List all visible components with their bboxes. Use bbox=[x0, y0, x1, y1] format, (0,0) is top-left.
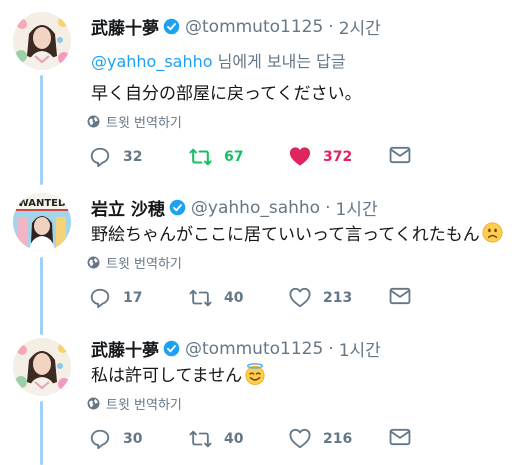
tweet-text-content: 私は許可してません bbox=[91, 366, 243, 386]
verified-badge-icon bbox=[163, 340, 180, 357]
envelope-icon bbox=[389, 146, 411, 164]
verified-badge-icon bbox=[169, 199, 186, 216]
user-handle[interactable]: @yahho_sahho bbox=[191, 198, 320, 218]
globe-icon bbox=[87, 115, 100, 128]
retweet-button[interactable]: 67 bbox=[189, 146, 243, 168]
retweet-button[interactable]: 40 bbox=[189, 428, 243, 450]
reply-mention-link[interactable]: @yahho_sahho bbox=[91, 52, 213, 71]
tweet-time[interactable]: 1시간 bbox=[335, 195, 377, 220]
reply-count: 32 bbox=[123, 149, 143, 165]
translate-label: 트윗 번역하기 bbox=[106, 116, 182, 131]
separator-dot: · bbox=[325, 197, 331, 218]
reply-count: 30 bbox=[123, 431, 143, 447]
separator-dot: · bbox=[328, 16, 334, 37]
tweet-time[interactable]: 2시간 bbox=[339, 14, 381, 39]
display-name[interactable]: 武藤十夢 bbox=[91, 336, 159, 361]
separator-dot: · bbox=[328, 338, 334, 359]
reply-button[interactable]: 17 bbox=[89, 287, 142, 309]
tweet-1[interactable]: 武藤十夢 @tommuto1125 · 2시간 @yahho_sahho 님에게… bbox=[0, 0, 532, 180]
avatar[interactable] bbox=[13, 12, 71, 70]
display-name[interactable]: 岩立 沙穂 bbox=[91, 195, 165, 220]
tweet-text-content: 野絵ちゃんがここに居ていいって言ってくれたもん bbox=[91, 225, 480, 245]
tweet-header: 岩立 沙穂 @yahho_sahho · 1시간 bbox=[91, 195, 378, 221]
reply-icon bbox=[90, 429, 110, 450]
retweet-icon bbox=[189, 148, 212, 166]
like-button[interactable]: 213 bbox=[289, 287, 352, 308]
verified-badge-icon bbox=[163, 18, 180, 35]
heart-icon bbox=[289, 147, 311, 166]
frowning-face-emoji bbox=[482, 222, 503, 243]
like-count: 213 bbox=[323, 289, 353, 306]
retweet-count: 67 bbox=[224, 149, 244, 165]
smiling-face-with-halo-emoji bbox=[244, 362, 266, 385]
tweet-text: 早く自分の部屋に戻ってください。 bbox=[91, 79, 362, 104]
tweet-header: 武藤十夢 @tommuto1125 · 2시간 bbox=[91, 14, 381, 40]
reply-button[interactable]: 30 bbox=[89, 428, 142, 450]
translate-label: 트윗 번역하기 bbox=[106, 398, 182, 413]
user-handle[interactable]: @tommuto1125 bbox=[185, 17, 323, 37]
heart-icon bbox=[289, 428, 311, 449]
tweet-text: 私は許可してません bbox=[91, 361, 266, 386]
retweet-count: 40 bbox=[224, 431, 244, 447]
globe-icon bbox=[87, 256, 100, 269]
like-count: 216 bbox=[323, 430, 353, 447]
reply-to-line: @yahho_sahho 님에게 보내는 답글 bbox=[91, 48, 346, 72]
reply-button[interactable]: 32 bbox=[89, 146, 142, 168]
user-handle[interactable]: @tommuto1125 bbox=[185, 339, 323, 359]
reply-icon bbox=[90, 288, 110, 309]
avatar[interactable]: WANTED bbox=[13, 193, 71, 251]
globe-icon bbox=[87, 397, 100, 410]
direct-message-button[interactable] bbox=[389, 428, 411, 446]
tweet-3[interactable]: 武藤十夢 @tommuto1125 · 1시간 私は許可してません 트윗 번역하… bbox=[0, 326, 532, 465]
display-name[interactable]: 武藤十夢 bbox=[91, 14, 159, 39]
tweet-2[interactable]: WANTED 岩立 沙穂 @yahho_sahho · 1시간 野絵ちゃんがここ… bbox=[0, 180, 532, 326]
tweet-text: 野絵ちゃんがここに居ていいって言ってくれたもん bbox=[91, 220, 503, 245]
tweet-text-content: 早く自分の部屋に戻ってください。 bbox=[91, 84, 362, 104]
tweet-actions: 30 40 216 bbox=[89, 428, 419, 454]
like-button[interactable]: 372 bbox=[289, 146, 352, 167]
direct-message-button[interactable] bbox=[389, 146, 411, 164]
tweet-actions: 17 40 213 bbox=[89, 287, 419, 313]
tweet-actions: 32 67 372 bbox=[89, 146, 419, 172]
avatar-banner-text: WANTED bbox=[18, 198, 67, 209]
reply-count: 17 bbox=[123, 290, 143, 306]
avatar[interactable] bbox=[13, 338, 71, 396]
envelope-icon bbox=[389, 287, 411, 305]
retweet-icon bbox=[189, 289, 212, 307]
translate-tweet-button[interactable]: 트윗 번역하기 bbox=[87, 394, 182, 413]
retweet-button[interactable]: 40 bbox=[189, 287, 243, 309]
like-count: 372 bbox=[323, 148, 353, 165]
heart-icon bbox=[289, 287, 311, 308]
translate-tweet-button[interactable]: 트윗 번역하기 bbox=[87, 112, 182, 131]
translate-label: 트윗 번역하기 bbox=[106, 257, 182, 272]
retweet-count: 40 bbox=[224, 290, 244, 306]
tweet-header: 武藤十夢 @tommuto1125 · 1시간 bbox=[91, 336, 381, 362]
tweet-thread: 武藤十夢 @tommuto1125 · 2시간 @yahho_sahho 님에게… bbox=[0, 0, 532, 465]
translate-tweet-button[interactable]: 트윗 번역하기 bbox=[87, 253, 182, 272]
like-button[interactable]: 216 bbox=[289, 428, 352, 449]
envelope-icon bbox=[389, 428, 411, 446]
tweet-time[interactable]: 1시간 bbox=[339, 336, 381, 361]
reply-to-suffix: 님에게 보내는 답글 bbox=[212, 52, 346, 71]
direct-message-button[interactable] bbox=[389, 287, 411, 305]
retweet-icon bbox=[189, 430, 212, 448]
reply-icon bbox=[90, 147, 110, 168]
